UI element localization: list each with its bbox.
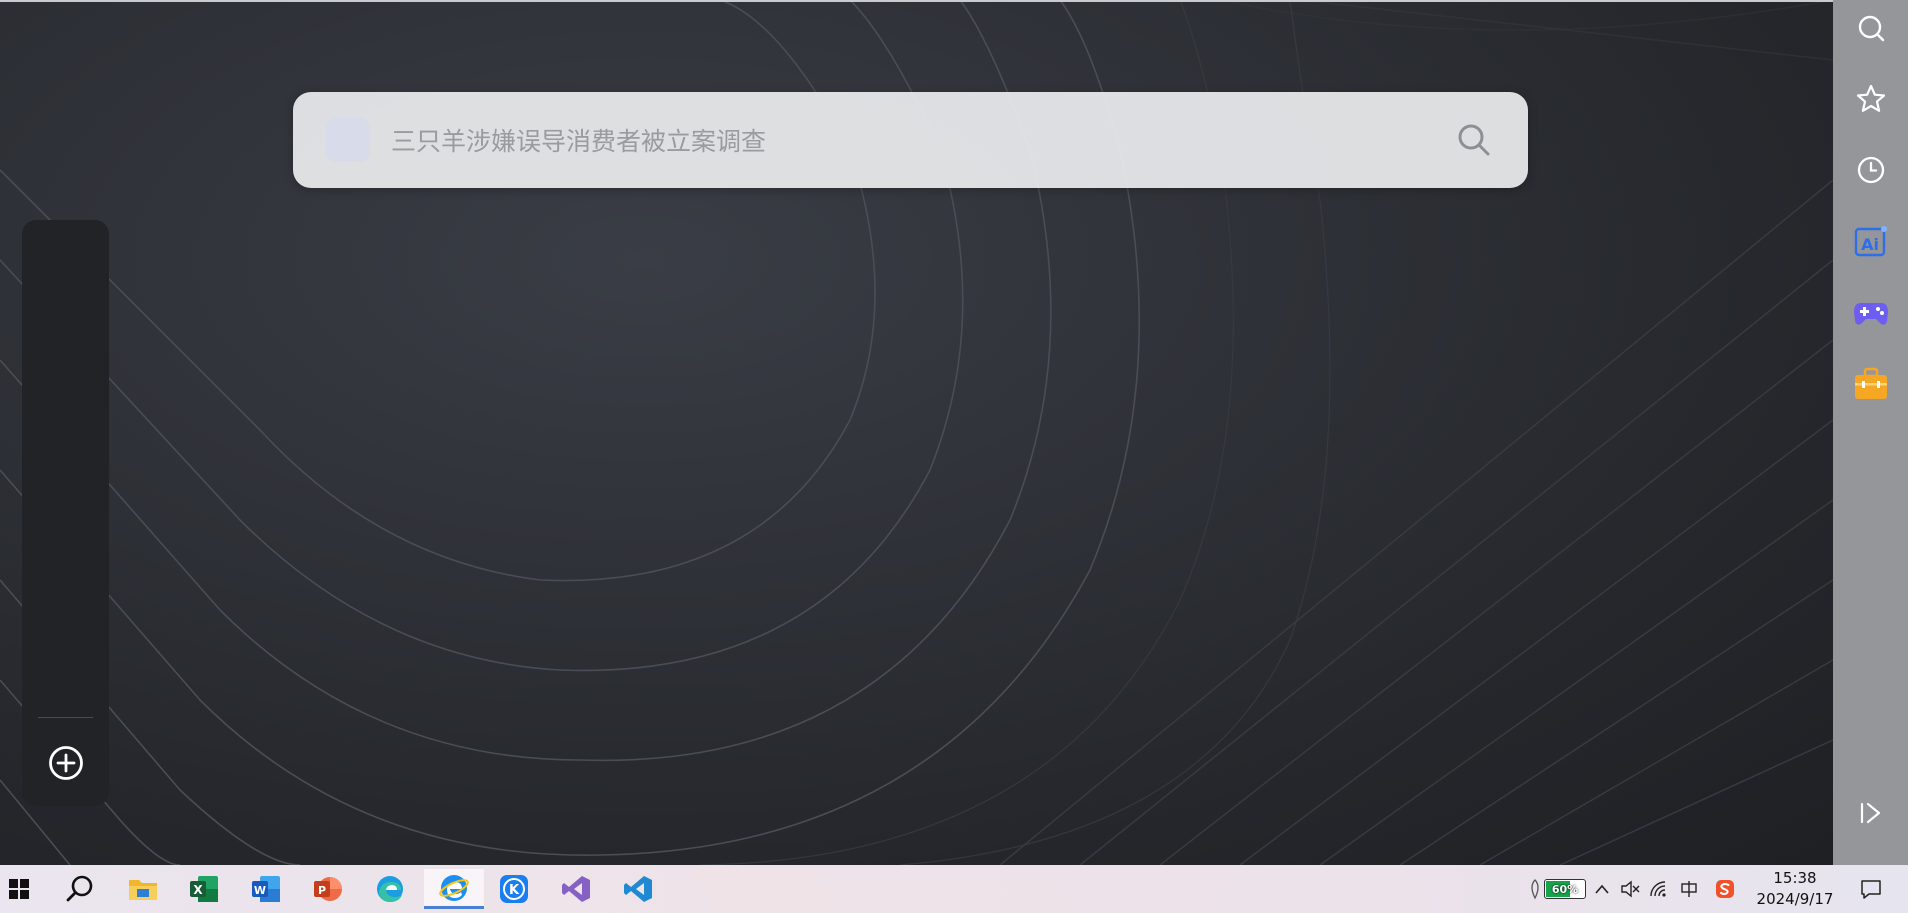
vscode-icon bbox=[624, 876, 652, 902]
visual-studio-icon bbox=[562, 876, 590, 902]
clock-date: 2024/9/17 bbox=[1756, 890, 1834, 908]
left-app-dock bbox=[22, 220, 109, 806]
add-shortcut-button[interactable] bbox=[47, 744, 85, 782]
file-explorer-icon bbox=[129, 880, 157, 900]
svg-text:P: P bbox=[318, 884, 326, 897]
system-clock[interactable]: 15:38 2024/9/17 bbox=[1745, 868, 1845, 910]
plus-circle-icon bbox=[49, 746, 83, 780]
taskbar-edge[interactable] bbox=[362, 869, 418, 909]
search-engine-selector[interactable] bbox=[326, 118, 370, 162]
notification-icon bbox=[1861, 880, 1881, 899]
search-input[interactable] bbox=[389, 114, 1393, 168]
sogou-icon bbox=[1716, 880, 1734, 898]
battery-icon: 60% bbox=[1544, 879, 1586, 899]
sidebar-history-button[interactable] bbox=[1851, 150, 1891, 190]
browser-icon bbox=[439, 874, 469, 901]
k-app-icon: K bbox=[500, 875, 528, 903]
ai-icon: Ai bbox=[1854, 226, 1887, 257]
svg-text:W: W bbox=[254, 884, 266, 897]
notification-center-button[interactable] bbox=[1856, 877, 1886, 901]
taskbar: X W P K 60% 15:38 2024/9/17 bbox=[0, 865, 1908, 913]
battery-indicator[interactable]: 60% bbox=[1528, 877, 1586, 901]
search-icon bbox=[1858, 15, 1885, 42]
volume-button[interactable] bbox=[1619, 877, 1641, 901]
sidebar-favorites-button[interactable] bbox=[1851, 79, 1891, 119]
wifi-icon bbox=[1650, 881, 1666, 897]
dock-divider bbox=[38, 717, 93, 718]
sidebar-game-button[interactable] bbox=[1851, 293, 1891, 333]
search-bar bbox=[293, 92, 1528, 188]
input-method-button[interactable] bbox=[1678, 877, 1700, 901]
taskbar-k-app[interactable]: K bbox=[486, 869, 542, 909]
star-icon bbox=[1856, 84, 1886, 112]
edge-icon bbox=[377, 876, 403, 902]
toolbox-icon bbox=[1855, 367, 1887, 399]
sogou-input-button[interactable] bbox=[1714, 877, 1736, 901]
powerpoint-icon: P bbox=[314, 877, 342, 901]
svg-text:Ai: Ai bbox=[1861, 235, 1879, 254]
gamepad-icon bbox=[1854, 303, 1888, 325]
taskbar-vscode[interactable] bbox=[610, 869, 666, 909]
search-icon bbox=[66, 875, 93, 902]
search-submit-button[interactable] bbox=[1454, 120, 1494, 160]
chevron-up-icon bbox=[1595, 884, 1609, 894]
sidebar-toolbox-button[interactable] bbox=[1851, 364, 1891, 404]
sidebar-search-button[interactable] bbox=[1851, 8, 1891, 48]
taskbar-search-button[interactable] bbox=[52, 869, 108, 909]
excel-icon: X bbox=[190, 876, 218, 902]
input-method-icon bbox=[1681, 881, 1697, 897]
clock-icon bbox=[1857, 156, 1885, 184]
search-icon bbox=[1458, 124, 1490, 156]
window-top-border bbox=[0, 0, 1833, 2]
taskbar-browser-active[interactable] bbox=[424, 869, 484, 909]
taskbar-word[interactable]: W bbox=[238, 869, 294, 909]
taskbar-file-explorer[interactable] bbox=[115, 869, 171, 909]
taskbar-visual-studio[interactable] bbox=[548, 869, 604, 909]
right-sidebar: Ai bbox=[1833, 0, 1908, 865]
taskbar-excel[interactable]: X bbox=[176, 869, 232, 909]
leaf-icon bbox=[1531, 879, 1539, 900]
clock-time: 15:38 bbox=[1773, 869, 1817, 887]
battery-percentage: 60% bbox=[1551, 882, 1579, 896]
sidebar-ai-button[interactable]: Ai bbox=[1851, 222, 1891, 262]
collapse-sidebar-icon bbox=[1860, 802, 1881, 824]
svg-text:X: X bbox=[193, 883, 203, 897]
taskbar-powerpoint[interactable]: P bbox=[300, 869, 356, 909]
word-icon: W bbox=[252, 876, 280, 902]
network-button[interactable] bbox=[1648, 877, 1670, 901]
collapse-sidebar-button[interactable] bbox=[1851, 793, 1891, 833]
show-hidden-icons-button[interactable] bbox=[1592, 877, 1612, 901]
start-button[interactable] bbox=[0, 869, 38, 909]
windows-start-icon bbox=[9, 879, 29, 899]
volume-muted-icon bbox=[1621, 880, 1640, 898]
svg-text:K: K bbox=[509, 883, 520, 898]
